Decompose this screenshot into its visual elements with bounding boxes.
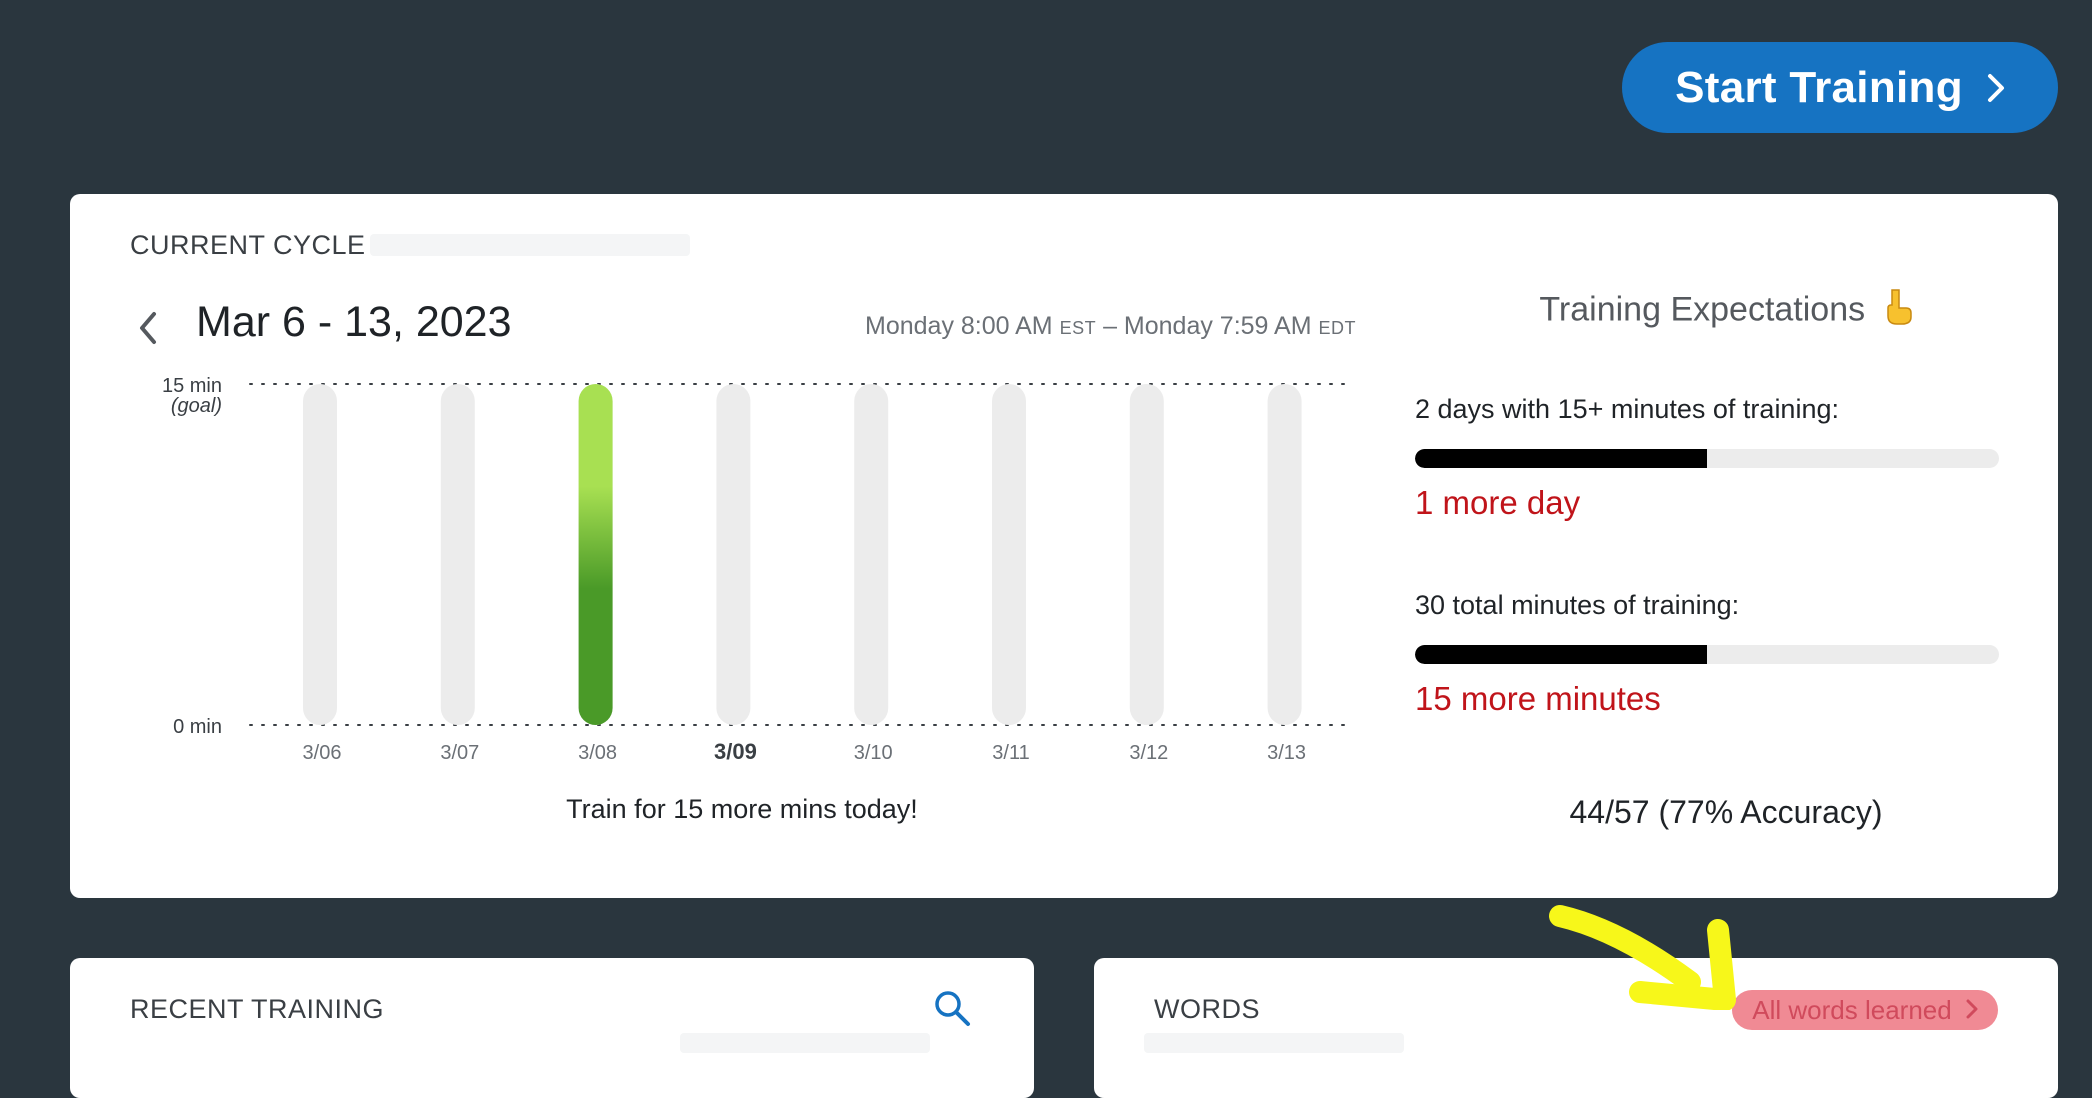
requirement-remaining: 15 more minutes [1415,680,1661,717]
bar-track [992,384,1026,725]
bar-track [1267,384,1302,725]
today-message: Train for 15 more mins today! [566,794,918,824]
x-tick-label: 3/06 [303,742,342,764]
chevron-right-icon [1987,73,2005,103]
recent-training-card: RECENT TRAINING [70,958,1034,1098]
requirement-label: 2 days with 15+ minutes of training: [1415,394,1839,424]
bar-track [716,384,751,725]
pointing-down-icon [1883,288,1913,335]
bar-track [440,384,475,725]
chart-svg: 15 min(goal) 0 min 3/06 3/07 3/08 3/09 3/10 3/1… [162,375,1346,764]
chevron-right-icon [1966,995,1978,1026]
faint-placeholder [1144,1033,1404,1053]
start-training-button[interactable]: Start Training [1622,42,2058,133]
x-tick-label: 3/08 [578,742,617,764]
bar [578,384,613,725]
x-tick-label: 3/07 [440,742,479,764]
bar-track [854,384,889,725]
progress-fill [1415,449,1707,468]
training-chart: 15 min (goal) 0 min 3/06 3/07 3/08 3/09 3/10 3/1… [70,194,1370,898]
expectations-title-text: Training Expectations [1539,290,1866,329]
annotation-arrow-icon [1540,900,1740,1015]
requirement-progress-bar [1415,449,1999,468]
bar-track [1129,384,1164,725]
x-tick-label: 3/11 [992,742,1029,764]
start-training-label: Start Training [1675,62,1963,112]
accuracy-summary: 44/57 (77% Accuracy) [1569,794,1883,830]
x-tick-label: 3/09 [714,739,757,764]
expectations-title: Training Expectations [1450,288,2002,335]
progress-fill [1415,645,1707,664]
all-words-learned-link[interactable]: All words learned [1732,990,1998,1030]
section-title: RECENT TRAINING [130,994,385,1024]
x-tick-label: 3/13 [1267,742,1306,764]
search-icon[interactable] [932,988,972,1028]
y-tick-label: 0 min [173,716,222,738]
requirement-remaining: 1 more day [1415,484,1581,521]
x-tick-label: 3/10 [854,742,893,764]
faint-placeholder [680,1033,930,1053]
bar-track [303,384,337,725]
y-tick-sublabel: (goal) [171,395,222,417]
requirement-progress-bar [1415,645,1999,664]
current-cycle-card: CURRENT CYCLE Mar 6 - 13, 2023 Monday 8:… [70,194,2058,898]
all-words-learned-label: All words learned [1752,994,1952,1025]
requirement-label: 30 total minutes of training: [1415,590,1740,620]
section-title: WORDS [1154,994,1260,1024]
x-tick-label: 3/12 [1129,742,1168,764]
y-tick-label: 15 min [162,375,222,397]
